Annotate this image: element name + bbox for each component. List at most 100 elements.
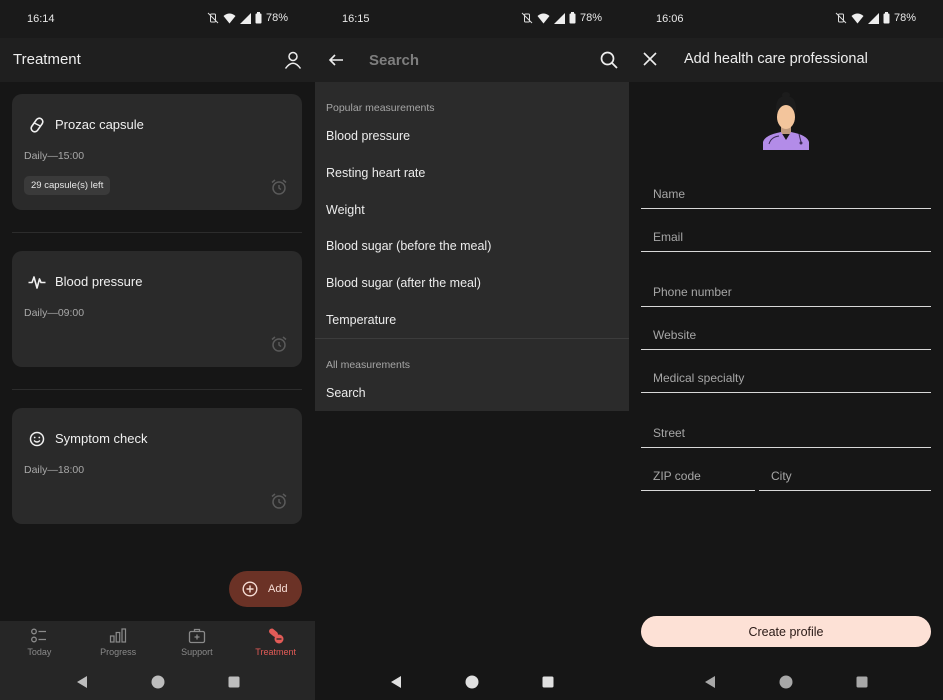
nav-item-treatment[interactable]: Treatment: [236, 621, 315, 664]
divider: [315, 338, 629, 339]
vibrate-off-icon: [835, 12, 847, 24]
system-navigation-bar: [315, 664, 629, 700]
status-icons: 78%: [207, 12, 288, 24]
battery-icon: [883, 12, 890, 24]
nav-label: Treatment: [255, 647, 296, 657]
street-input[interactable]: [653, 424, 913, 442]
wifi-icon: [537, 13, 550, 23]
battery-percent: 78%: [579, 12, 602, 24]
signal-icon: [239, 12, 251, 24]
nav-label: Today: [27, 647, 52, 657]
card-title: Blood pressure: [55, 274, 143, 289]
nav-item-progress[interactable]: Progress: [79, 621, 158, 664]
recents-square-icon[interactable]: [227, 675, 241, 689]
suggestion-item[interactable]: Blood sugar (before the meal): [326, 239, 616, 253]
card-schedule: Daily—09:00: [24, 307, 85, 319]
phone-field: [641, 277, 931, 307]
section-header-all: All measurements: [326, 359, 411, 371]
pill-icon: [30, 117, 44, 133]
name-input[interactable]: [653, 185, 913, 203]
battery-percent: 78%: [265, 12, 288, 24]
first-aid-kit-icon: [188, 628, 206, 644]
alarm-icon[interactable]: [270, 178, 288, 196]
email-input[interactable]: [653, 228, 913, 246]
status-icons: 78%: [835, 12, 916, 24]
home-circle-icon[interactable]: [151, 675, 165, 689]
wifi-icon: [851, 13, 864, 23]
treatment-screen: 16:14 78% Treatment Prozac capsule Daily…: [0, 0, 315, 700]
treatment-card-prozac[interactable]: Prozac capsule Daily—15:00 29 capsule(s)…: [12, 94, 302, 210]
section-header-popular: Popular measurements: [326, 102, 435, 114]
status-time: 16:15: [342, 13, 370, 25]
home-circle-icon[interactable]: [465, 675, 479, 689]
nav-item-today[interactable]: Today: [0, 621, 79, 664]
card-title: Prozac capsule: [55, 117, 144, 132]
bar-chart-icon: [110, 628, 127, 643]
suggestion-item-search-all[interactable]: Search: [326, 386, 616, 400]
add-button[interactable]: Add: [229, 571, 302, 607]
status-icons: 78%: [521, 12, 602, 24]
recents-square-icon[interactable]: [855, 675, 869, 689]
smiley-icon: [29, 431, 45, 447]
nav-label: Support: [181, 647, 213, 657]
measurement-suggestions: Popular measurements Blood pressure Rest…: [315, 82, 629, 411]
measurement-search-screen: 16:15 78% Popular measurements Blood pre…: [315, 0, 629, 700]
pills-icon: [268, 628, 284, 644]
vibrate-off-icon: [207, 12, 219, 24]
status-bar: 16:15 78%: [315, 0, 629, 38]
city-input[interactable]: [771, 467, 921, 485]
status-time: 16:06: [656, 13, 684, 25]
wifi-icon: [223, 13, 236, 23]
specialty-field: [641, 363, 931, 393]
treatment-card-symptom-check[interactable]: Symptom check Daily—18:00: [12, 408, 302, 524]
treatment-card-blood-pressure[interactable]: Blood pressure Daily—09:00: [12, 251, 302, 367]
back-arrow-icon[interactable]: [327, 51, 345, 69]
city-field: [759, 461, 931, 491]
divider: [12, 389, 302, 390]
app-bar: Treatment: [0, 38, 315, 82]
page-title: Treatment: [13, 51, 81, 68]
suggestion-item[interactable]: Blood sugar (after the meal): [326, 276, 616, 290]
phone-input[interactable]: [653, 283, 913, 301]
search-bar: [315, 38, 629, 82]
search-icon[interactable]: [599, 50, 619, 70]
person-icon[interactable]: [283, 50, 303, 70]
signal-icon: [867, 12, 879, 24]
page-title: Add health care professional: [684, 51, 868, 67]
alarm-icon[interactable]: [270, 335, 288, 353]
recents-square-icon[interactable]: [541, 675, 555, 689]
add-health-care-professional-screen: 16:06 78% Add health care professional N…: [629, 0, 943, 700]
card-schedule: Daily—18:00: [24, 464, 85, 476]
close-icon[interactable]: [642, 51, 658, 67]
website-field: [641, 320, 931, 350]
alarm-icon[interactable]: [270, 492, 288, 510]
battery-icon: [569, 12, 576, 24]
plus-circle-icon: [242, 581, 258, 597]
back-triangle-icon[interactable]: [75, 675, 89, 689]
heart-pulse-icon: [28, 276, 46, 289]
back-triangle-icon[interactable]: [703, 675, 717, 689]
create-profile-button[interactable]: Create profile: [641, 616, 931, 647]
search-input[interactable]: [369, 49, 579, 71]
status-bar: 16:14 78%: [0, 0, 315, 38]
zip-input[interactable]: [653, 467, 748, 485]
nav-label: Progress: [100, 647, 137, 657]
specialty-input[interactable]: [653, 369, 913, 387]
checklist-icon: [31, 628, 47, 643]
suggestion-item[interactable]: Weight: [326, 203, 616, 217]
suggestion-item[interactable]: Blood pressure: [326, 129, 616, 143]
health-professional-avatar: [763, 92, 809, 150]
back-triangle-icon[interactable]: [389, 675, 403, 689]
battery-icon: [255, 12, 262, 24]
divider: [12, 232, 302, 233]
suggestion-item[interactable]: Resting heart rate: [326, 166, 616, 180]
name-field: [641, 179, 931, 209]
add-button-label: Add: [268, 583, 288, 595]
website-input[interactable]: [653, 326, 913, 344]
vibrate-off-icon: [521, 12, 533, 24]
home-circle-icon[interactable]: [779, 675, 793, 689]
suggestion-item[interactable]: Temperature: [326, 313, 616, 327]
system-navigation-bar: [629, 664, 943, 700]
status-time: 16:14: [27, 13, 55, 25]
nav-item-support[interactable]: Support: [158, 621, 237, 664]
